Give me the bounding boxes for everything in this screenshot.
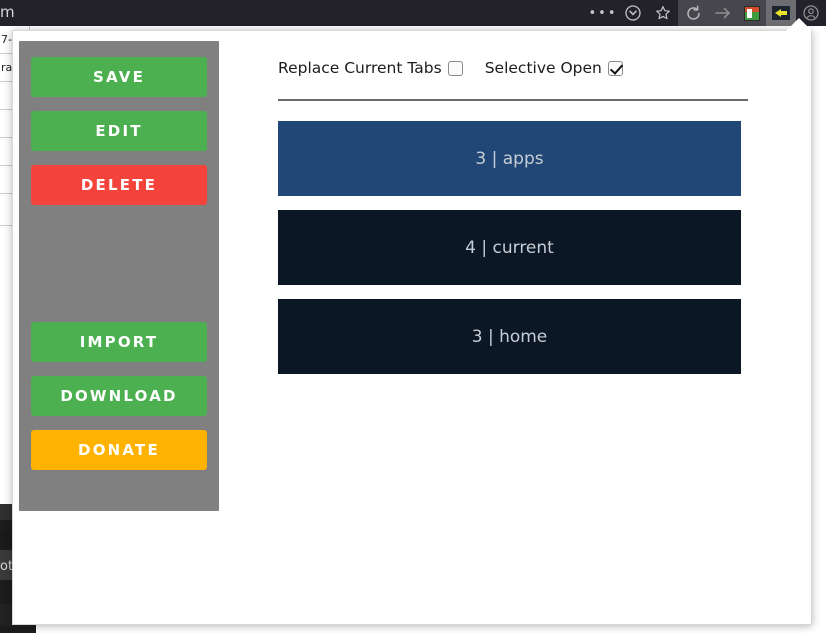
session-item-home[interactable]: 3 | home: [278, 299, 741, 374]
extension-popup: SAVE EDIT DELETE IMPORT DOWNLOAD DONATE …: [12, 30, 812, 625]
toolbar-url-fragment: m: [0, 3, 15, 21]
options-row: Replace Current Tabs Selective Open: [278, 41, 758, 77]
edit-button[interactable]: EDIT: [31, 111, 207, 151]
toolbar-nav-group: [678, 0, 796, 26]
download-button[interactable]: DOWNLOAD: [31, 376, 207, 416]
replace-current-tabs-label: Replace Current Tabs: [278, 59, 442, 77]
session-item-apps[interactable]: 3 | apps: [278, 121, 741, 196]
save-button[interactable]: SAVE: [31, 57, 207, 97]
screen: 7-4 rac ot m ••• SAVE EDIT DELETE IMPORT…: [0, 0, 826, 633]
selective-open-label: Selective Open: [484, 59, 602, 77]
forward-arrow-icon[interactable]: [708, 0, 738, 26]
action-sidebar: SAVE EDIT DELETE IMPORT DOWNLOAD DONATE: [19, 41, 219, 511]
popup-pointer-arrow: [786, 18, 812, 31]
bookmark-star-icon[interactable]: [648, 0, 678, 26]
extension-a-icon[interactable]: [738, 0, 766, 26]
extension-a-glyph: [744, 5, 760, 21]
browser-toolbar: m •••: [0, 0, 826, 26]
delete-button[interactable]: DELETE: [31, 165, 207, 205]
replace-current-tabs-checkbox[interactable]: [447, 60, 463, 76]
reload-icon[interactable]: [678, 0, 708, 26]
more-icon[interactable]: •••: [588, 0, 618, 26]
section-divider: [278, 99, 748, 101]
donate-button[interactable]: DONATE: [31, 430, 207, 470]
selective-open-checkbox[interactable]: [607, 60, 623, 76]
import-button[interactable]: IMPORT: [31, 322, 207, 362]
pocket-icon[interactable]: [618, 0, 648, 26]
session-item-current[interactable]: 4 | current: [278, 210, 741, 285]
session-list: 3 | apps 4 | current 3 | home: [278, 121, 741, 374]
main-column: Replace Current Tabs Selective Open 3 | …: [278, 41, 758, 388]
